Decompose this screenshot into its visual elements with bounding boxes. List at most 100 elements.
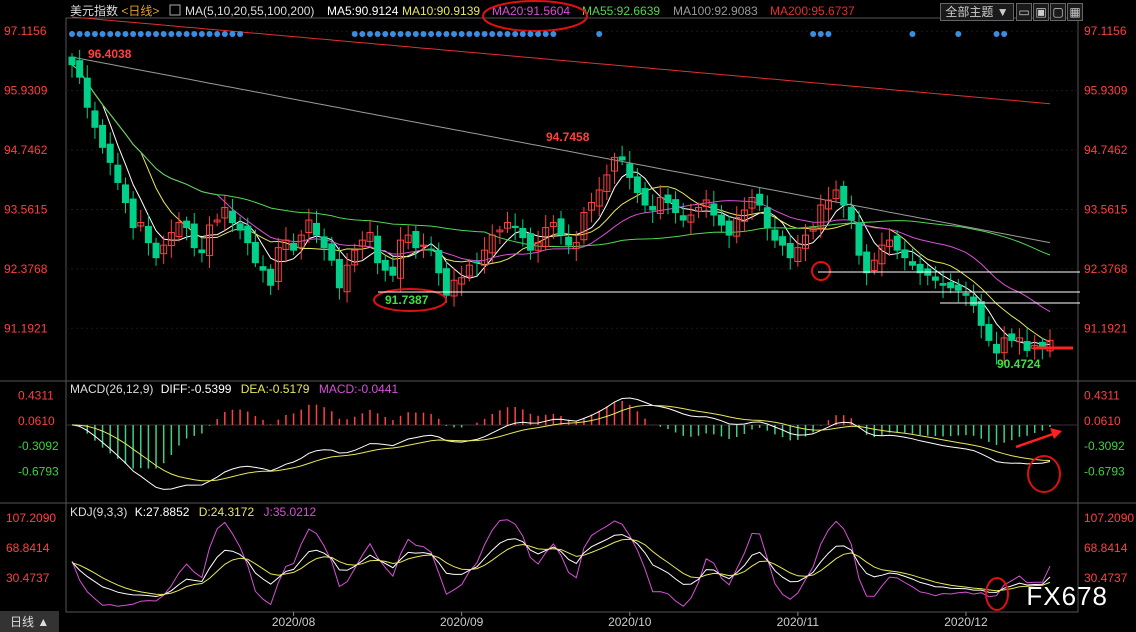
- candle-body: [710, 203, 718, 216]
- signal-dot: [489, 31, 496, 37]
- price-tick-left: 97.1156: [4, 24, 47, 38]
- time-tick-label: 2020/12: [944, 615, 988, 629]
- candle-body: [779, 236, 787, 246]
- signal-dot: [114, 31, 121, 37]
- price-tick-right: 91.1921: [1084, 321, 1128, 335]
- ma55-value: MA55:92.6639: [582, 4, 660, 18]
- price-tick-right: 94.7462: [1084, 143, 1128, 157]
- price-tick-left: 91.1921: [4, 321, 48, 335]
- candle-body: [328, 243, 336, 261]
- candle-body: [977, 301, 985, 326]
- candle-body: [847, 206, 855, 221]
- window-minimize-icon[interactable]: ▭: [1016, 3, 1032, 21]
- signal-dot: [458, 31, 465, 37]
- candle-body: [259, 266, 267, 271]
- candle-body: [672, 199, 680, 214]
- candle-body: [557, 218, 565, 236]
- signal-dot: [198, 31, 205, 37]
- symbol-label: 美元指数: [70, 3, 118, 18]
- macd-diff-line: [71, 397, 1051, 490]
- signal-dot: [214, 31, 221, 37]
- kdj-d: D:24.3172: [199, 505, 255, 519]
- macd-tick-left: -0.6793: [18, 464, 59, 478]
- candle-body: [313, 222, 320, 236]
- ma-menu-icon[interactable]: [169, 4, 181, 16]
- signal-dot: [107, 31, 114, 37]
- svg-text:KDJ(9,3,3) K:27.8852 D: KDJ(9,3,3) K:27.8852 D:24.3172 J:35.0212: [70, 505, 317, 519]
- candle-body: [947, 282, 955, 289]
- ma200-value: MA200:95.6737: [770, 4, 855, 18]
- signal-dot: [504, 31, 511, 37]
- signal-dot: [1001, 31, 1008, 37]
- time-tick-label: 2020/08: [272, 615, 316, 629]
- candle-body: [931, 276, 939, 281]
- candle-body: [664, 194, 672, 204]
- window-close-icon[interactable]: ▦: [1067, 3, 1083, 21]
- signal-dot: [122, 31, 129, 37]
- candle-body: [114, 164, 122, 183]
- theme-dropdown-button[interactable]: 全部主题 ▼: [940, 3, 1014, 21]
- candle-body: [236, 223, 244, 231]
- signal-dot: [76, 31, 83, 37]
- candle-body: [68, 56, 76, 66]
- candle-body: [618, 156, 626, 161]
- candle-body: [633, 176, 641, 193]
- signal-dot: [366, 31, 373, 37]
- candle-body: [190, 223, 198, 249]
- candle-body: [985, 324, 993, 341]
- candle-body: [717, 214, 725, 226]
- candle-body: [144, 225, 152, 244]
- time-tick-label: 2020/11: [777, 615, 820, 629]
- macd-value: MACD:-0.0441: [319, 382, 399, 396]
- time-tick-label: 2020/09: [440, 615, 484, 629]
- candle-body: [244, 225, 252, 244]
- candle-body: [725, 220, 733, 236]
- candle-body: [893, 235, 901, 251]
- price-tick-right: 93.5615: [1084, 202, 1128, 216]
- kdj-j-line: [71, 519, 1051, 607]
- signal-dot: [527, 31, 534, 37]
- time-tick-label: 2020/10: [608, 615, 652, 629]
- candle-body: [83, 77, 91, 108]
- signal-dot: [91, 31, 98, 37]
- macd-label: MACD(26,12,9): [70, 382, 153, 396]
- kdj-label: KDJ(9,3,3): [70, 505, 127, 519]
- annotation-high-mid: 94.7458: [546, 130, 590, 144]
- candle-body: [679, 215, 687, 221]
- macd-tick-left: 0.0610: [18, 414, 55, 428]
- price-tick-left: 94.7462: [4, 143, 48, 157]
- price-tick-left: 92.3768: [4, 262, 48, 276]
- window-maximize-icon[interactable]: ▢: [1050, 3, 1066, 21]
- signal-dot: [397, 31, 404, 37]
- signal-dot: [909, 31, 916, 37]
- candle-body: [863, 251, 871, 274]
- macd-arrow-line: [1015, 431, 1057, 449]
- signal-dot: [512, 31, 519, 37]
- signal-dot: [130, 31, 137, 37]
- signal-dot: [810, 31, 817, 37]
- kdj-end-circle: [985, 577, 1009, 611]
- period-label[interactable]: <日线>: [121, 4, 159, 18]
- ma10-line: [71, 64, 1051, 343]
- candle-body: [381, 259, 389, 271]
- candle-body: [993, 343, 1001, 354]
- candle-body: [786, 242, 794, 259]
- signal-dot: [535, 31, 542, 37]
- theme-dropdown-label: 全部主题: [945, 5, 994, 19]
- signal-dot: [466, 31, 473, 37]
- signal-dot: [550, 31, 557, 37]
- bottom-tab-daily[interactable]: 日线 ▲: [0, 611, 60, 632]
- kdj-tick-left: 68.8414: [6, 541, 50, 555]
- kdj-tick-left: 107.2090: [6, 511, 56, 525]
- window-restore-icon[interactable]: ▣: [1033, 3, 1049, 21]
- signal-dot: [229, 31, 236, 37]
- candle-body: [412, 231, 420, 249]
- signal-dot: [99, 31, 106, 37]
- candle-body: [76, 60, 84, 78]
- candle-body: [389, 266, 397, 276]
- macd-dea: DEA:-0.5179: [241, 382, 310, 396]
- macd-diff: DIFF:-0.5399: [161, 382, 232, 396]
- annotation-high-start: 96.4038: [88, 47, 132, 61]
- macd-tick-left: 0.4311: [18, 389, 54, 403]
- candle-body: [442, 268, 450, 296]
